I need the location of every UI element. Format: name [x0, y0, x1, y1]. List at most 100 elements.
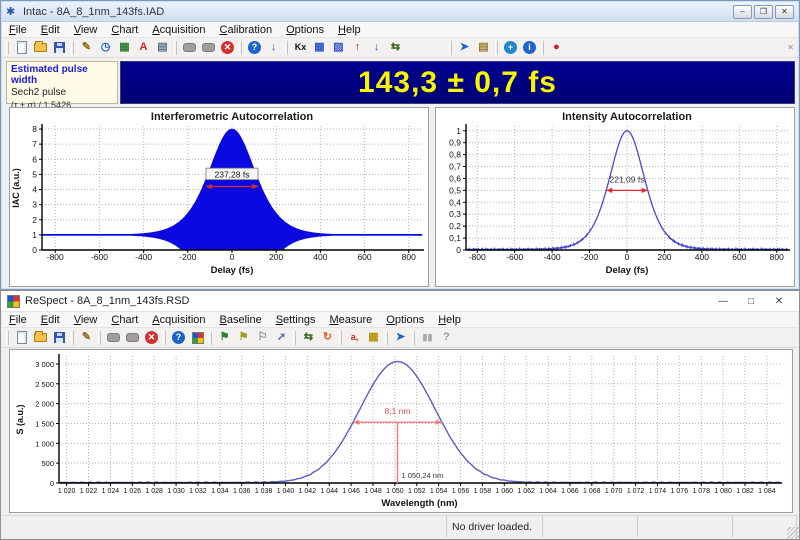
respect-menu-options[interactable]: Options	[379, 313, 431, 327]
chart-copy-button[interactable]: ▦	[115, 39, 134, 56]
help-button[interactable]: ?	[169, 329, 188, 346]
maximize-button[interactable]: □	[737, 292, 765, 311]
intac-menu-edit[interactable]: Edit	[34, 23, 67, 37]
kx-calibration-button[interactable]: Kx	[291, 39, 310, 56]
log-button[interactable]: ▤	[153, 39, 172, 56]
autoscale-button[interactable]: ↓	[264, 39, 283, 56]
edit-settings-button[interactable]: ✎	[77, 329, 96, 346]
scale-down-button[interactable]: ↓	[367, 39, 386, 56]
intac-menu-help[interactable]: Help	[331, 23, 368, 37]
stop-button[interactable]: ✕	[142, 329, 161, 346]
toolbar-gripper[interactable]	[71, 331, 74, 345]
toolbar-gripper[interactable]	[385, 331, 388, 345]
y-tick-label: 1	[456, 126, 461, 136]
connect-button[interactable]: ⇆	[299, 329, 318, 346]
acquisition-clock-button[interactable]: ◷	[96, 39, 115, 56]
add-marker-button[interactable]: ⚑	[215, 329, 234, 346]
connect-button[interactable]: ⇆	[386, 39, 405, 56]
toolbar-gripper[interactable]	[6, 331, 9, 345]
palette-button[interactable]	[188, 329, 207, 346]
close-button[interactable]: ✕	[765, 292, 793, 311]
toolbar-gripper[interactable]	[174, 41, 177, 55]
x-tick-label: 600	[732, 252, 746, 262]
chart-right-button[interactable]: ▨	[329, 39, 348, 56]
select-marker-button[interactable]: ⚐	[253, 329, 272, 346]
info-button[interactable]: i	[520, 39, 539, 56]
peak-marker-button[interactable]: ➚	[272, 329, 291, 346]
chart-left-button[interactable]: ▦	[310, 39, 329, 56]
web-button[interactable]: +	[501, 39, 520, 56]
info-button-icon: i	[523, 41, 536, 54]
open-file-button[interactable]	[31, 329, 50, 346]
intac-titlebar[interactable]: ✱ Intac - 8A_8_1nm_143fs.IAD –❐✕	[2, 2, 798, 22]
context-help-button[interactable]: ?	[437, 329, 456, 346]
fwhm-annotation-label: 8,1 nm	[385, 406, 411, 416]
intensity-chart[interactable]: -800-600-400-200020040060080000,10,20,30…	[436, 108, 794, 286]
respect-menu-acquisition[interactable]: Acquisition	[145, 313, 212, 327]
report-button[interactable]: ▤	[474, 39, 493, 56]
play-button[interactable]	[180, 39, 199, 56]
intac-menu-options[interactable]: Options	[279, 23, 331, 37]
toolbar-gripper[interactable]	[209, 331, 212, 345]
stop-button[interactable]: ✕	[218, 39, 237, 56]
save-file-button[interactable]	[50, 39, 69, 56]
reset-button[interactable]: ↻	[318, 329, 337, 346]
add-marker-button-icon: ⚑	[220, 332, 230, 343]
toolbar-gripper[interactable]	[163, 331, 166, 345]
maximize-button[interactable]: ❐	[754, 5, 773, 19]
respect-menu-file[interactable]: File	[2, 313, 34, 327]
y-tick-label: 0,7	[449, 162, 461, 172]
export-report-button-icon: ➤	[396, 332, 405, 343]
respect-menu-chart[interactable]: Chart	[104, 313, 145, 327]
resize-grip[interactable]	[787, 527, 799, 539]
scale-up-button[interactable]: ↑	[348, 39, 367, 56]
respect-menu-edit[interactable]: Edit	[34, 313, 67, 327]
minimize-button[interactable]: –	[733, 5, 752, 19]
export-report-button[interactable]: ➤	[455, 39, 474, 56]
new-file-button[interactable]	[12, 329, 31, 346]
toolbar-gripper[interactable]	[412, 331, 415, 345]
toolbar-gripper[interactable]	[541, 41, 544, 55]
toolbar-close-icon[interactable]: ✕	[787, 43, 794, 52]
marker-button[interactable]: ●	[547, 39, 566, 56]
pause-button[interactable]	[199, 39, 218, 56]
respect-menu-measure[interactable]: Measure	[322, 313, 379, 327]
play-button[interactable]	[104, 329, 123, 346]
respect-menu-baseline[interactable]: Baseline	[213, 313, 269, 327]
spectrum-chart[interactable]: 1 0201 0221 0241 0261 0281 0301 0321 034…	[10, 350, 792, 512]
pause-button[interactable]	[123, 329, 142, 346]
intac-menu-chart[interactable]: Chart	[104, 23, 145, 37]
respect-menu-settings[interactable]: Settings	[269, 313, 323, 327]
help-button[interactable]: ?	[245, 39, 264, 56]
table-button[interactable]: ▦	[364, 329, 383, 346]
close-button[interactable]: ✕	[775, 5, 794, 19]
intac-menu-acquisition[interactable]: Acquisition	[145, 23, 212, 37]
toolbar-gripper[interactable]	[495, 41, 498, 55]
font-button[interactable]: A	[134, 39, 153, 56]
minimize-button[interactable]: —	[709, 292, 737, 311]
export-report-button[interactable]: ➤	[391, 329, 410, 346]
move-marker-button[interactable]: ⚑	[234, 329, 253, 346]
columns-button[interactable]: ▮▮	[418, 329, 437, 346]
respect-menu-view[interactable]: View	[67, 313, 105, 327]
annotation-button[interactable]: a,	[345, 329, 364, 346]
toolbar-gripper[interactable]	[6, 41, 9, 55]
respect-titlebar[interactable]: ReSpect - 8A_8_1nm_143fs.RSD —□✕	[1, 291, 799, 312]
respect-menu-help[interactable]: Help	[431, 313, 468, 327]
toolbar-gripper[interactable]	[71, 41, 74, 55]
toolbar-gripper[interactable]	[239, 41, 242, 55]
toolbar-gripper[interactable]	[98, 331, 101, 345]
y-tick-label: 8	[32, 124, 37, 134]
intac-menu-file[interactable]: File	[2, 23, 34, 37]
toolbar-gripper[interactable]	[285, 41, 288, 55]
toolbar-gripper[interactable]	[449, 41, 452, 55]
save-file-button[interactable]	[50, 329, 69, 346]
intac-menu-view[interactable]: View	[67, 23, 105, 37]
edit-settings-button[interactable]: ✎	[77, 39, 96, 56]
toolbar-gripper[interactable]	[339, 331, 342, 345]
new-file-button[interactable]	[12, 39, 31, 56]
open-file-button[interactable]	[31, 39, 50, 56]
iac-chart[interactable]: -800-600-400-2000200400600800012345678In…	[10, 108, 428, 286]
intac-menu-calibration[interactable]: Calibration	[213, 23, 280, 37]
toolbar-gripper[interactable]	[293, 331, 296, 345]
